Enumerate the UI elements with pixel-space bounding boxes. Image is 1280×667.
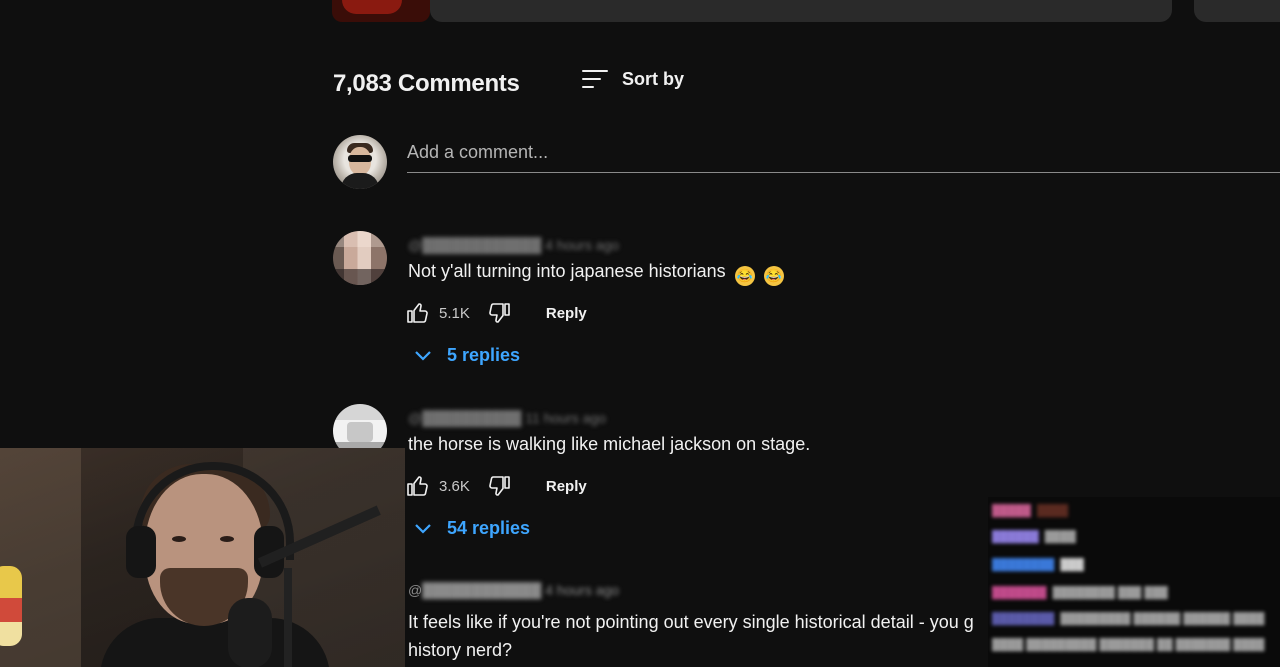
youtube-comments-page: 7,083 Comments Sort by @████████████ 4 h… xyxy=(0,0,1280,667)
like-count: 3.6K xyxy=(439,477,470,495)
stream-chat-overlay: █████ ████ ██████ ████ ████████ ███ ███████… xyxy=(988,497,1280,667)
comment-actions: 5.1K Reply xyxy=(405,299,587,327)
video-card[interactable] xyxy=(1194,0,1280,22)
comment-thread: @████████████ 4 hours ago Not y'all turn… xyxy=(333,231,1233,371)
avatar[interactable] xyxy=(333,135,387,189)
laughing-emoji-icon: 😂 xyxy=(734,266,755,286)
video-card[interactable] xyxy=(430,0,1172,22)
replies-count: 5 replies xyxy=(447,345,521,365)
comment-author-meta[interactable]: @████████████ 4 hours ago xyxy=(408,237,619,253)
like-count: 5.1K xyxy=(439,304,470,322)
reply-button[interactable]: Reply xyxy=(546,305,587,322)
add-comment-input[interactable] xyxy=(407,136,1280,173)
comment-text-body: Not y'all turning into japanese historia… xyxy=(408,261,726,281)
comment-author-meta[interactable]: @██████████ 11 hours ago xyxy=(408,410,606,426)
view-replies-button[interactable]: 5 replies xyxy=(413,345,520,366)
replies-count: 54 replies xyxy=(447,518,531,538)
avatar[interactable] xyxy=(333,231,387,285)
sort-icon xyxy=(582,68,608,90)
sort-by-button[interactable]: Sort by xyxy=(582,68,684,90)
comment-actions: 3.6K Reply xyxy=(405,472,587,500)
thumbs-down-icon[interactable] xyxy=(486,300,512,326)
chevron-down-icon xyxy=(415,350,431,361)
comment-author-blurred: ████████████ 4 hours ago xyxy=(422,582,620,598)
comment-text: Not y'all turning into japanese historia… xyxy=(408,261,784,286)
comment-text: It feels like if you're not pointing out… xyxy=(408,608,988,664)
reply-button[interactable]: Reply xyxy=(546,478,587,495)
chevron-down-icon xyxy=(415,523,431,534)
comment-author-meta[interactable]: @████████████ 4 hours ago xyxy=(408,582,619,598)
comments-count: 7,083 Comments xyxy=(333,70,520,97)
streamer-webcam-overlay xyxy=(0,448,405,667)
laughing-emoji-icon: 😂 xyxy=(763,266,784,286)
comment-text: the horse is walking like michael jackso… xyxy=(408,434,811,454)
comment-text-line: It feels like if you're not pointing out… xyxy=(408,612,974,632)
view-replies-button[interactable]: 54 replies xyxy=(413,518,530,539)
sort-by-label: Sort by xyxy=(622,68,685,89)
thumbs-down-icon[interactable] xyxy=(486,473,512,499)
thumbs-up-icon[interactable] xyxy=(405,473,431,499)
thumbs-up-icon[interactable] xyxy=(405,300,431,326)
comment-author-prefix: @ xyxy=(408,582,423,598)
comment-text-line: history nerd? xyxy=(408,640,513,660)
video-thumbnail[interactable] xyxy=(332,0,430,22)
